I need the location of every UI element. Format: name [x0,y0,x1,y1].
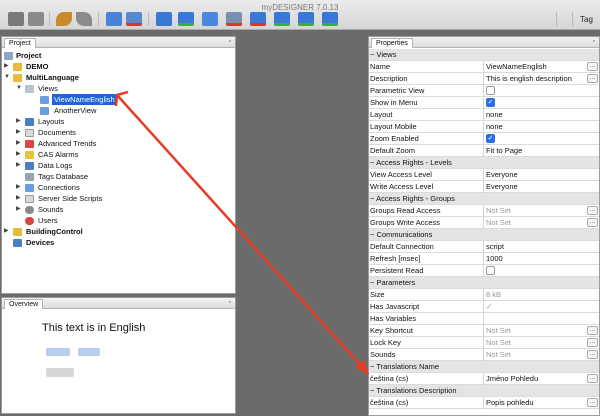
expand-icon[interactable]: ▶ [4,61,12,72]
prop-name[interactable]: Name ViewNameEnglish… [369,61,599,73]
view-icon [40,107,49,115]
prop-groups-read[interactable]: Groups Read Access Not Set… [369,205,599,217]
prop-description[interactable]: Description This is english description… [369,73,599,85]
group-access-levels[interactable]: − Access Rights - Levels [369,157,599,169]
folder-icon [13,74,22,82]
tag-button[interactable]: Tag [572,12,600,27]
layouts-icon [25,118,34,126]
prop-translation-name-cs[interactable]: čeština (cs) Jméno Pohledu… [369,373,599,385]
persistent-read-checkbox[interactable] [486,266,495,275]
prop-layout-mobile[interactable]: Layout Mobile none [369,121,599,133]
title-bar: myDESIGNER 7.0.13 Tag [0,0,600,30]
close-view-icon[interactable] [226,12,242,26]
project-icon [4,52,13,60]
group-access-groups[interactable]: − Access Rights - Groups [369,193,599,205]
prop-parametric-view[interactable]: Parametric View [369,85,599,97]
collapse-icon[interactable]: ▼ [4,72,12,83]
expand-icon[interactable]: ▶ [16,204,24,215]
show-in-menu-checkbox[interactable]: ✓ [486,98,495,107]
prop-groups-write[interactable]: Groups Write Access Not Set… [369,217,599,229]
views-icon [25,85,34,93]
prop-sounds[interactable]: Sounds Not Set… [369,349,599,361]
view-delete-icon[interactable] [250,12,266,26]
save-all-icon[interactable] [28,12,44,26]
group-translations-description[interactable]: − Translations Description [369,385,599,397]
view-up-icon[interactable] [274,12,290,26]
maximize-icon[interactable]: ▫ [229,299,231,306]
view-forward-icon[interactable] [322,12,338,26]
new-view-icon[interactable] [156,12,172,26]
script-icon [25,195,34,203]
add-view-icon[interactable] [178,12,194,26]
folder-icon [13,63,22,71]
properties-tab[interactable]: Properties [371,38,413,48]
collapse-icon[interactable]: ▼ [16,83,24,94]
prop-translation-desc-cs[interactable]: čeština (cs) Popis pohledu… [369,397,599,409]
database-icon [25,173,34,181]
expand-icon[interactable]: ▶ [16,127,24,138]
datalogs-icon [25,162,34,170]
check-icon: ✓ [486,302,493,311]
expand-icon[interactable]: ▶ [16,149,24,160]
prop-key-shortcut[interactable]: Key Shortcut Not Set… [369,325,599,337]
connections-icon [25,184,34,192]
sound-icon [25,206,34,214]
group-views[interactable]: − Views [369,49,599,61]
prop-has-javascript: Has Javascript ✓ [369,301,599,313]
prop-persistent-read[interactable]: Persistent Read [369,265,599,277]
view-icon [40,96,49,104]
expand-icon[interactable]: ▶ [4,226,12,237]
prop-view-access[interactable]: View Access Level Everyone [369,169,599,181]
overview-canvas[interactable]: This text is in English [2,310,235,413]
group-parameters[interactable]: − Parameters [369,277,599,289]
prop-layout[interactable]: Layout none [369,109,599,121]
import-icon[interactable] [106,12,122,26]
expand-icon[interactable]: ▶ [16,116,24,127]
group-communications[interactable]: − Communications [369,229,599,241]
overview-widget [46,348,70,356]
app-title: myDESIGNER 7.0.13 [261,3,339,12]
expand-icon[interactable]: ▶ [16,182,24,193]
expand-icon[interactable]: ▶ [16,193,24,204]
prop-size: Size 8 kB [369,289,599,301]
users-icon [25,217,34,225]
maximize-icon[interactable]: ▫ [229,38,231,45]
project-tab[interactable]: Project [4,38,36,48]
expand-icon[interactable]: ▶ [16,138,24,149]
prop-lock-key[interactable]: Lock Key Not Set… [369,337,599,349]
prop-refresh[interactable]: Refresh [msec] 1000 [369,253,599,265]
parametric-checkbox[interactable] [486,86,495,95]
zoom-checkbox[interactable]: ✓ [486,134,495,143]
trends-icon [25,140,34,148]
duplicate-icon[interactable] [202,12,218,26]
documents-icon [25,129,34,137]
alarms-icon [25,151,34,159]
prop-default-zoom[interactable]: Default Zoom Fit to Page [369,145,599,157]
prop-has-variables: Has Variables [369,313,599,325]
tag-dropdown-icon[interactable] [556,12,570,27]
save-icon[interactable] [8,12,24,26]
devices-icon [13,239,22,247]
prop-zoom-enabled[interactable]: Zoom Enabled ✓ [369,133,599,145]
overview-heading: This text is in English [42,322,146,334]
expand-icon[interactable]: ▶ [16,160,24,171]
overview-widget [78,348,100,356]
group-translations-name[interactable]: − Translations Name [369,361,599,373]
overview-tab[interactable]: Overview [4,299,44,309]
prop-show-in-menu[interactable]: Show in Menu ✓ [369,97,599,109]
undo-icon[interactable] [56,12,72,26]
maximize-icon[interactable]: ▫ [593,38,595,45]
view-down-icon[interactable] [298,12,314,26]
prop-default-connection[interactable]: Default Connection script [369,241,599,253]
project-panel: Project ▫ Project ▶ DEMO ▼ MultiLanguage… [1,36,236,294]
overview-panel: Overview ▫ This text is in English [1,297,236,414]
redo-icon[interactable] [76,12,92,26]
project-tree: Project ▶ DEMO ▼ MultiLanguage ▼ Views V… [4,51,117,247]
properties-panel: Properties ▫ − Views Name ViewNameEnglish… [368,36,600,416]
folder-icon [13,228,22,236]
delete-icon[interactable] [126,12,142,26]
prop-write-access[interactable]: Write Access Level Everyone [369,181,599,193]
overview-button [46,368,74,377]
